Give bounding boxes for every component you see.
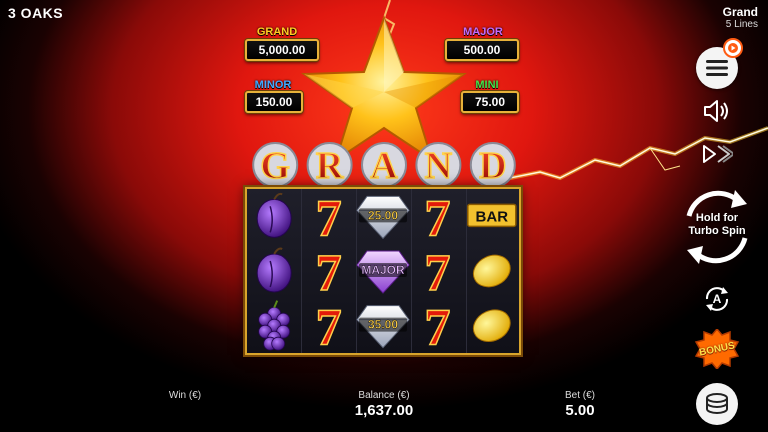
mini-jackpot-label: MINI	[475, 79, 499, 91]
svg-text:7: 7	[424, 300, 450, 353]
diamond-symbol: 25.00	[356, 195, 410, 240]
banner-letter: G	[252, 142, 299, 188]
svg-text:7: 7	[316, 190, 342, 247]
grapes-symbol	[258, 300, 291, 351]
svg-text:A: A	[370, 145, 398, 187]
balance-label: Balance (€)	[358, 390, 410, 401]
lemon-symbol	[472, 309, 511, 342]
seven-symbol: 7	[424, 299, 452, 353]
notification-play-icon[interactable]	[723, 38, 743, 58]
bonus-buy-button[interactable]: BONUS	[694, 329, 740, 369]
major-jackpot-label: MAJOR	[463, 26, 503, 38]
svg-text:D: D	[479, 145, 506, 187]
plum-symbol	[256, 192, 292, 238]
spin-label: Hold for Turbo Spin	[677, 212, 757, 238]
spin-label-line2: Turbo Spin	[688, 225, 746, 237]
major-jackpot-value: 500.00	[445, 39, 519, 61]
plum-symbol	[256, 247, 292, 293]
seven-symbol: 7	[315, 299, 343, 353]
svg-text:25.00: 25.00	[368, 208, 398, 222]
game-title: Grand	[722, 5, 758, 19]
balance-value: 1,637.00	[354, 402, 414, 419]
svg-text:7: 7	[316, 300, 342, 353]
minor-jackpot-value: 150.00	[245, 91, 303, 113]
svg-text:7: 7	[424, 245, 450, 302]
svg-text:35.00: 35.00	[368, 318, 398, 332]
spin-button[interactable]: Hold for Turbo Spin	[679, 186, 755, 268]
svg-text:G: G	[260, 145, 290, 187]
grand-banner: GRAND	[248, 141, 520, 189]
seven-symbol: 7	[424, 190, 452, 249]
banner-letter: N	[415, 142, 462, 188]
bet-value: 5.00	[565, 402, 595, 419]
minor-jackpot-label: MINOR	[254, 79, 292, 91]
banner-letter: D	[469, 142, 516, 188]
banner-letter: A	[361, 142, 407, 188]
spin-label-line1: Hold for	[695, 212, 739, 224]
lemon-symbol	[472, 254, 511, 288]
autoplay-button[interactable]: A	[702, 284, 732, 314]
bar-symbol: BAR	[467, 203, 517, 228]
fast-forward-icon	[703, 145, 733, 163]
svg-text:R: R	[316, 145, 344, 187]
svg-text:7: 7	[316, 245, 342, 302]
speaker-icon	[704, 100, 728, 122]
star-icon	[300, 15, 468, 162]
seven-symbol: 7	[315, 244, 343, 303]
diamond-symbol: MAJOR	[356, 250, 410, 294]
svg-text:BAR: BAR	[476, 208, 509, 225]
svg-text:MAJOR: MAJOR	[361, 263, 405, 277]
grand-jackpot-value: 5,000.00	[245, 39, 319, 61]
brand-logo: 3 OAKS	[8, 5, 64, 21]
menu-icon	[706, 60, 728, 76]
diamond-symbol: 35.00	[356, 305, 410, 349]
svg-text:N: N	[425, 145, 452, 187]
bet-label: Bet (€)	[564, 390, 595, 401]
lines-count: 5 Lines	[725, 19, 758, 30]
svg-text:7: 7	[424, 190, 450, 247]
mini-jackpot-value: 75.00	[461, 91, 519, 113]
sound-button[interactable]	[700, 97, 734, 125]
grand-jackpot-label: GRAND	[256, 26, 298, 38]
seven-symbol: 7	[315, 190, 343, 249]
banner-letter: R	[306, 142, 353, 188]
win-label: Win (€)	[168, 390, 202, 401]
seven-symbol: 7	[424, 244, 452, 303]
coin-stack-icon	[706, 393, 728, 414]
fast-forward-button[interactable]	[700, 140, 734, 168]
reels-area: 7 7 7 25.00 MAJOR 35.00 7 7 7 BAR	[245, 187, 521, 355]
autoplay-label: A	[712, 292, 722, 306]
bet-settings-button[interactable]	[696, 383, 738, 425]
